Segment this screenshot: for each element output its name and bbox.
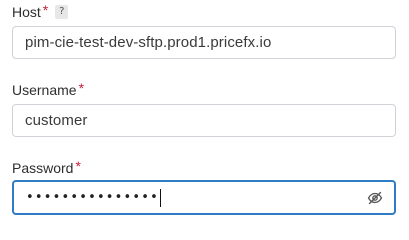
host-required-mark: * xyxy=(42,2,49,18)
host-input[interactable]: pim-cie-test-dev-sftp.prod1.pricefx.io xyxy=(12,26,396,59)
host-label-row: Host * ? xyxy=(12,0,396,24)
host-label: Host xyxy=(12,4,41,20)
password-label: Password xyxy=(12,160,74,176)
username-input-value[interactable]: customer xyxy=(25,112,385,129)
password-required-mark: * xyxy=(75,158,81,174)
password-input[interactable]: ••••••••••••••• xyxy=(12,180,396,215)
password-field-group: Password * ••••••••••••••• xyxy=(12,156,396,215)
username-required-mark: * xyxy=(78,80,85,96)
host-input-value[interactable]: pim-cie-test-dev-sftp.prod1.pricefx.io xyxy=(25,34,385,51)
username-label: Username xyxy=(12,82,77,98)
password-value-wrap[interactable]: ••••••••••••••• xyxy=(26,188,366,207)
password-masked-value[interactable]: ••••••••••••••• xyxy=(26,190,159,205)
text-caret xyxy=(160,188,162,207)
username-label-row: Username * xyxy=(12,78,396,102)
host-field-group: Host * ? pim-cie-test-dev-sftp.prod1.pri… xyxy=(12,0,396,59)
username-input[interactable]: customer xyxy=(12,104,396,137)
password-label-row: Password * xyxy=(12,156,396,180)
eye-slash-icon[interactable] xyxy=(366,189,384,207)
username-field-group: Username * customer xyxy=(12,78,396,137)
host-help-badge[interactable]: ? xyxy=(55,5,69,19)
